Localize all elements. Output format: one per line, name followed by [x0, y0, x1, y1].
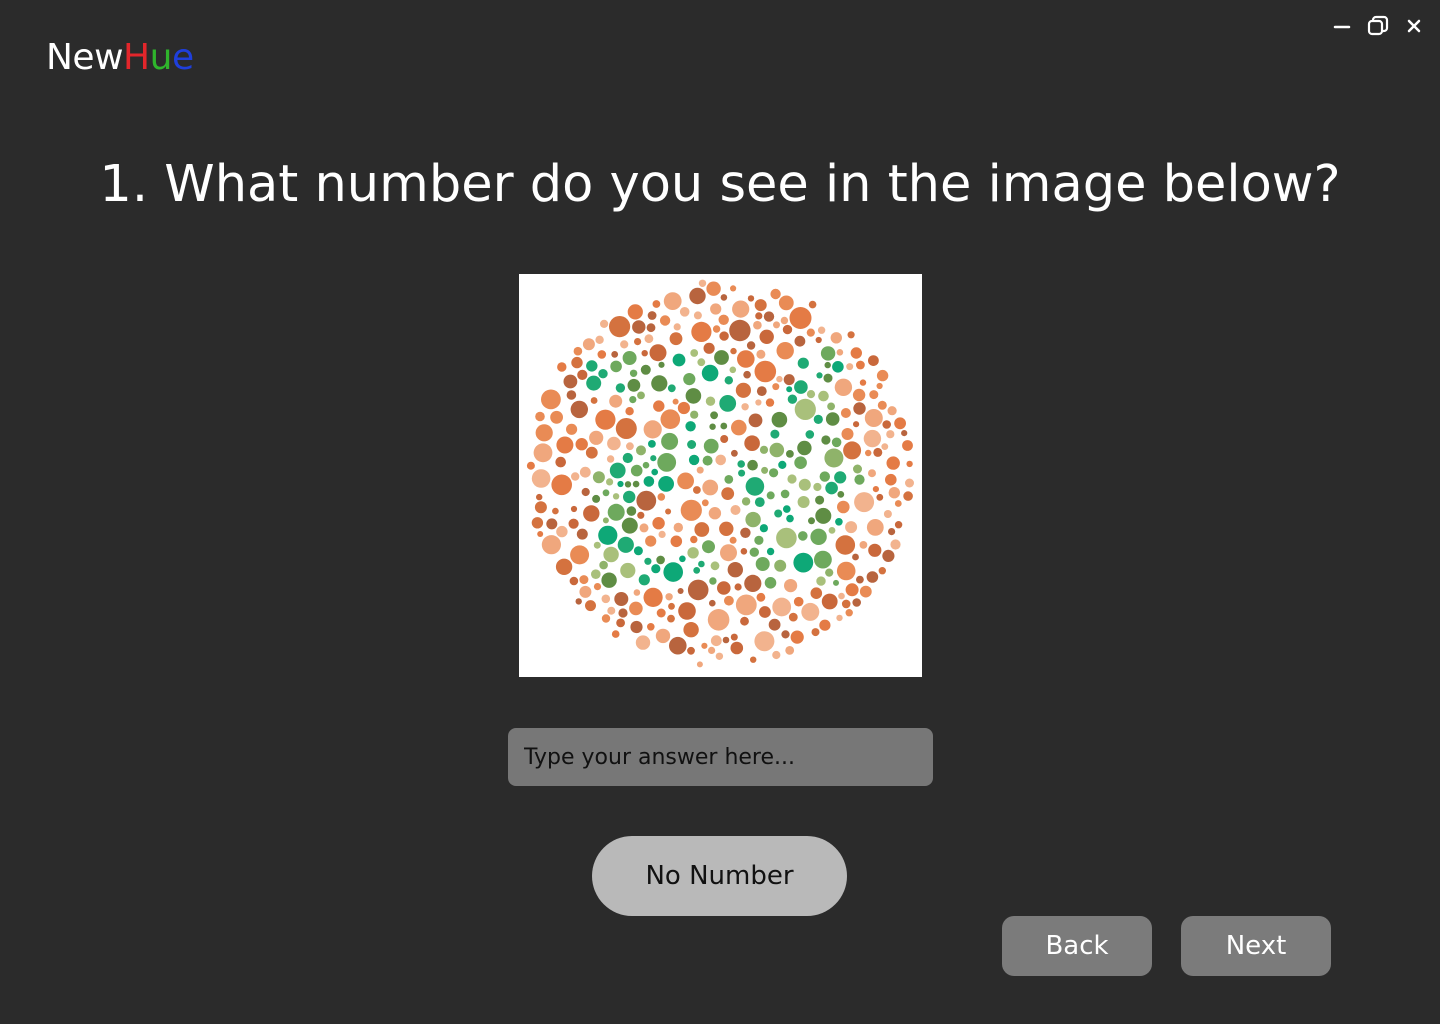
window-controls — [1328, 12, 1428, 40]
app-window: NewHue 1. What number do you see in the … — [0, 0, 1440, 1024]
minimize-icon — [1333, 25, 1351, 29]
answer-input[interactable] — [508, 728, 933, 786]
next-button[interactable]: Next — [1181, 916, 1331, 976]
close-button[interactable] — [1400, 12, 1428, 40]
no-number-button[interactable]: No Number — [592, 836, 847, 916]
back-button[interactable]: Back — [1002, 916, 1152, 976]
restore-button[interactable] — [1364, 12, 1392, 40]
question-title: 1. What number do you see in the image b… — [99, 155, 1341, 214]
logo-part-u: u — [149, 37, 173, 78]
restore-icon — [1367, 15, 1389, 36]
app-logo: NewHue — [46, 36, 194, 80]
close-icon — [1407, 19, 1421, 33]
logo-part-new: New — [46, 37, 124, 78]
logo-part-e: e — [171, 37, 194, 78]
minimize-button[interactable] — [1328, 12, 1356, 40]
ishihara-plate-icon — [526, 279, 914, 668]
color-plate-image — [519, 274, 922, 677]
logo-part-h: H — [123, 37, 150, 78]
